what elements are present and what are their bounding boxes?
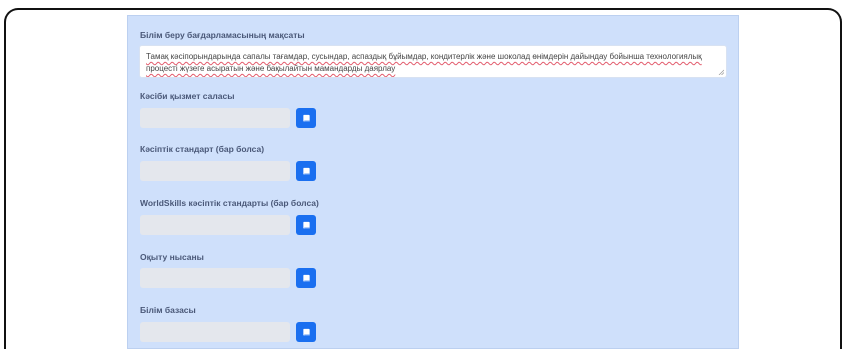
professional-standard-input[interactable] — [140, 161, 290, 181]
worldskills-standard-select-button[interactable] — [296, 215, 316, 235]
study-form-input[interactable] — [140, 268, 290, 288]
professional-field-select-button[interactable] — [296, 108, 316, 128]
study-form-label: Оқыту нысаны — [140, 252, 204, 262]
goal-label: Білім беру бағдарламасының мақсаты — [140, 30, 305, 40]
worldskills-standard-input[interactable] — [140, 215, 290, 235]
book-icon — [302, 114, 310, 122]
book-icon — [302, 328, 310, 336]
professional-field-input[interactable] — [140, 108, 290, 128]
education-base-select-button[interactable] — [296, 322, 316, 342]
professional-standard-select-button[interactable] — [296, 161, 316, 181]
education-base-input[interactable] — [140, 322, 290, 342]
professional-field-label: Кәсіби қызмет саласы — [140, 91, 235, 101]
book-icon — [302, 167, 310, 175]
worldskills-standard-label: WorldSkills кәсіптік стандарты (бар болс… — [140, 198, 319, 208]
study-form-select-button[interactable] — [296, 268, 316, 288]
resize-grip-icon[interactable] — [718, 69, 724, 75]
book-icon — [302, 221, 310, 229]
education-base-label: Білім базасы — [140, 305, 196, 315]
goal-text: Тамақ кәсіпорындарында сапалы тағамдар, … — [146, 52, 702, 73]
professional-standard-label: Кәсіптік стандарт (бар болса) — [140, 144, 265, 154]
goal-textarea[interactable]: Тамақ кәсіпорындарында сапалы тағамдар, … — [139, 45, 727, 78]
form-panel: Білім беру бағдарламасының мақсаты Тамақ… — [127, 15, 739, 349]
book-icon — [302, 274, 310, 282]
